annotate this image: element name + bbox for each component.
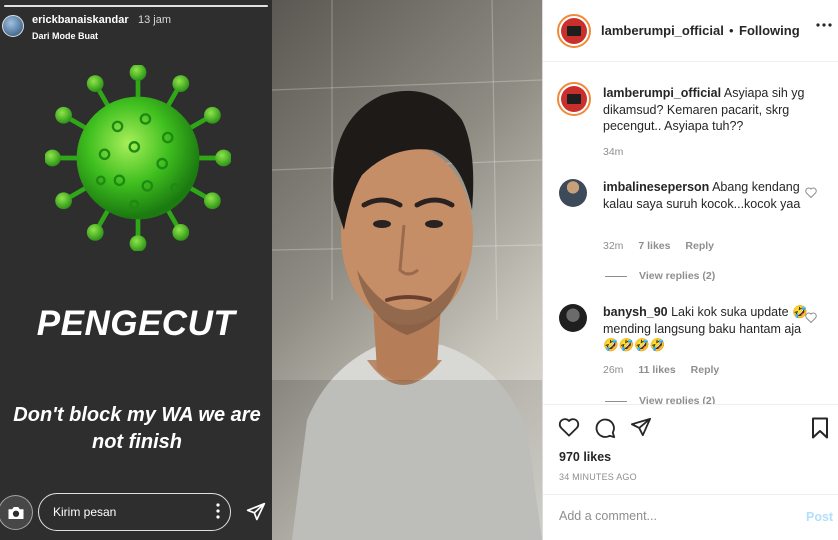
post-details-panel: lamberumpi_official • Following lamberum… [542, 0, 838, 540]
header-username[interactable]: lamberumpi_official [601, 23, 724, 38]
replies-line [605, 400, 627, 402]
share-icon[interactable] [630, 417, 652, 437]
comment-username[interactable]: banysh_90 [603, 305, 668, 319]
view-replies-button[interactable]: View replies (2) [605, 395, 715, 404]
header-separator: • [729, 23, 734, 38]
like-comment-icon[interactable] [805, 312, 817, 323]
send-icon[interactable] [246, 502, 266, 522]
comment: banysh_90 Laki kok suka update 🤣 mending… [603, 304, 813, 354]
following-button[interactable]: Following [739, 23, 800, 38]
like-comment-icon[interactable] [805, 187, 817, 198]
comment-time[interactable]: 32m [603, 240, 623, 252]
caption-meta: 34m [603, 146, 635, 158]
heart-icon[interactable] [558, 417, 580, 437]
post-header: lamberumpi_official • Following [543, 0, 838, 62]
post-timestamp[interactable]: 34 MINUTES AGO [559, 472, 637, 482]
more-horizontal-icon[interactable] [816, 23, 832, 27]
virus-image [45, 65, 231, 251]
comments-list[interactable]: lamberumpi_official Asyiapa sih yg dikam… [543, 63, 838, 404]
more-vertical-icon[interactable] [216, 503, 220, 519]
replies-line [605, 275, 627, 277]
post-button[interactable]: Post [806, 510, 833, 524]
view-replies-label: View replies (2) [639, 395, 716, 404]
caption-time[interactable]: 34m [603, 146, 623, 158]
bookmark-icon[interactable] [811, 417, 829, 439]
comment-icon[interactable] [594, 417, 616, 439]
reply-button[interactable]: Reply [691, 364, 720, 376]
view-replies-label: View replies (2) [639, 270, 716, 282]
story-reply-input[interactable] [53, 505, 193, 519]
add-comment-bar: Post [543, 494, 838, 540]
caption-username[interactable]: lamberumpi_official [603, 86, 721, 100]
comment-input[interactable] [559, 509, 779, 523]
likes-count[interactable]: 970 likes [559, 450, 611, 464]
story-headline: PENGECUT [36, 304, 236, 343]
caption: lamberumpi_official Asyiapa sih yg dikam… [603, 85, 813, 135]
comment: imbalineseperson Abang kendang kalau say… [603, 179, 813, 212]
commenter-avatar[interactable] [559, 179, 587, 207]
story-caption-text: Don't block my WA we are not finish [13, 404, 261, 453]
story-subtitle: Dari Mode Buat [32, 31, 99, 41]
comment-username[interactable]: imbalineseperson [603, 180, 709, 194]
camera-icon [8, 506, 23, 519]
post-actions: 970 likes 34 MINUTES AGO [543, 404, 838, 494]
comment-meta: 26m 11 likes Reply [603, 364, 731, 376]
story-panel: erickbanaiskandar 13 jam Dari Mode Buat [0, 0, 272, 540]
header-avatar[interactable] [557, 14, 591, 48]
portrait-image [272, 0, 542, 540]
story-reply-field[interactable] [38, 493, 231, 531]
comment-likes[interactable]: 11 likes [638, 364, 675, 376]
story-avatar[interactable] [2, 15, 24, 37]
story-username[interactable]: erickbanaiskandar [32, 14, 129, 26]
comment-time[interactable]: 26m [603, 364, 623, 376]
camera-button[interactable] [0, 495, 33, 530]
reply-button[interactable]: Reply [685, 240, 714, 252]
view-replies-button[interactable]: View replies (2) [605, 270, 715, 282]
story-time: 13 jam [138, 14, 172, 26]
caption-avatar[interactable] [557, 82, 591, 116]
post-photo[interactable] [272, 0, 542, 540]
story-progress-bar [4, 5, 268, 7]
commenter-avatar[interactable] [559, 304, 587, 332]
comment-likes[interactable]: 7 likes [638, 240, 670, 252]
comment-meta: 32m 7 likes Reply [603, 240, 726, 252]
